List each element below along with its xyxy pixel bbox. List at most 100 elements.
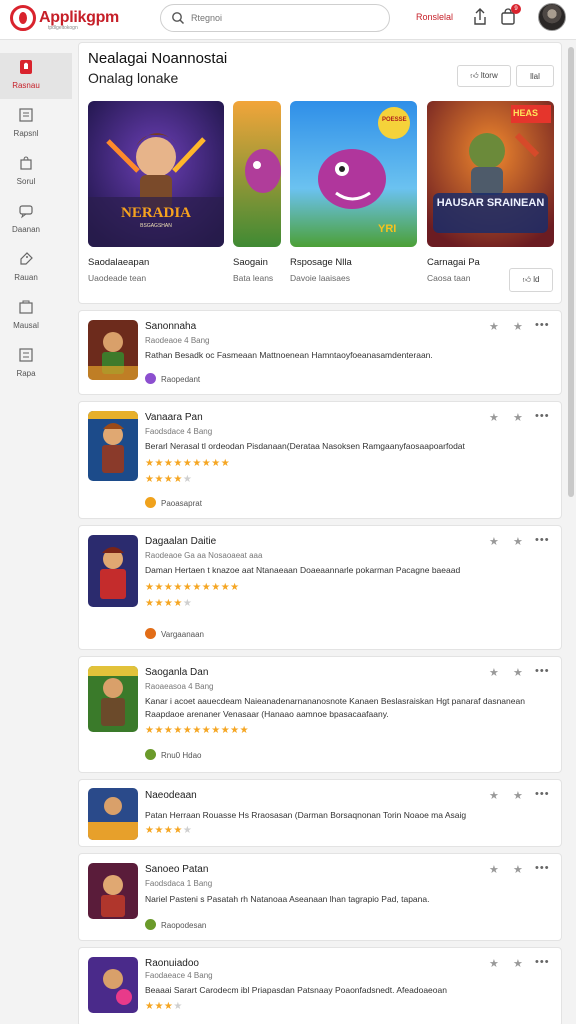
game-artwork: NERADIA BSGAGSHAN bbox=[88, 101, 224, 247]
like-button[interactable]: 👍︎ ltorw bbox=[457, 65, 511, 87]
list-item-title: Sanoeo Patan bbox=[145, 864, 209, 875]
game-art-image bbox=[233, 101, 281, 247]
list-item[interactable]: Dagaalan Daitie Raodeaoe Ga aa Nosaoaeat… bbox=[78, 525, 562, 650]
list-item-meta: Faodsdaca 1 Bang bbox=[145, 879, 213, 888]
notification-badge: 9 bbox=[511, 4, 521, 14]
list-item[interactable]: Sanoeo Patan Faodsdaca 1 Bang Nariel Pas… bbox=[78, 853, 562, 941]
more-menu-icon[interactable]: ••• bbox=[535, 319, 550, 331]
list-item-description: Berarl Nerasal tl ordeodan Pisdanaan(Der… bbox=[145, 441, 465, 451]
pin-icon[interactable]: ★ bbox=[489, 666, 499, 679]
sidebar-item-tags[interactable]: Rauan bbox=[0, 245, 72, 291]
source-icon bbox=[145, 919, 156, 930]
game-name: Carnagai Pa bbox=[427, 257, 480, 268]
list-item-title: Naeodeaan bbox=[145, 790, 197, 801]
more-menu-icon[interactable]: ••• bbox=[535, 956, 550, 968]
star-icon[interactable]: ★ bbox=[513, 320, 523, 333]
list-item[interactable]: Saoganla Dan Raoaeasoa 4 Bang Kanar i ac… bbox=[78, 656, 562, 773]
list-item-description: Patan Herraan Rouasse Hs Rraosasan (Darm… bbox=[145, 810, 467, 820]
art-subtitle: HEAS bbox=[513, 108, 539, 118]
list-item-meta: Faodaeace 4 Bang bbox=[145, 971, 213, 980]
game-thumbnail bbox=[88, 957, 138, 1013]
sidebar-item-chat[interactable]: Daanan bbox=[0, 197, 72, 243]
box-icon bbox=[19, 300, 33, 314]
art-title: HAUSAR SRAINEAN bbox=[436, 197, 545, 209]
list-item-meta: Faodsdace 4 Bang bbox=[145, 427, 213, 436]
star-icon[interactable]: ★ bbox=[513, 789, 523, 802]
sidebar-item-grid[interactable]: Rapa bbox=[0, 341, 72, 387]
section-title: Nealagai Noannostai bbox=[88, 50, 228, 67]
more-menu-icon[interactable]: ••• bbox=[535, 862, 550, 874]
scrollbar[interactable] bbox=[566, 41, 576, 1024]
source-icon bbox=[145, 749, 156, 760]
game-developer: Bata leans bbox=[233, 273, 274, 283]
game-art-image bbox=[427, 101, 554, 247]
more-menu-icon[interactable]: ••• bbox=[535, 534, 550, 546]
avatar[interactable] bbox=[538, 3, 566, 31]
star-icon[interactable]: ★ bbox=[513, 863, 523, 876]
star-icon[interactable]: ★ bbox=[513, 957, 523, 970]
search-input[interactable] bbox=[191, 10, 371, 26]
scrollbar-thumb[interactable] bbox=[568, 47, 574, 497]
bag-icon bbox=[20, 156, 32, 170]
art-title: NERADIA bbox=[120, 205, 191, 221]
pin-icon[interactable]: ★ bbox=[489, 320, 499, 333]
game-name: Rsposage Nlla bbox=[290, 257, 352, 268]
source-label: Raopedant bbox=[161, 375, 201, 384]
pin-icon[interactable]: ★ bbox=[489, 411, 499, 424]
sidebar-item-home[interactable]: Rasnau bbox=[0, 53, 72, 99]
star-icon[interactable]: ★ bbox=[513, 411, 523, 424]
share-icon bbox=[474, 8, 486, 25]
list-item[interactable]: Raonuiadoo Faodaeace 4 Bang Beaaai Sarar… bbox=[78, 947, 562, 1024]
featured-section: Nealagai Noannostai Onalag lonake 👍︎ lto… bbox=[78, 42, 562, 304]
pin-icon[interactable]: ★ bbox=[489, 863, 499, 876]
like-button[interactable]: 👍︎ ld bbox=[509, 268, 553, 292]
list-item-meta: Raoaeasoa 4 Bang bbox=[145, 682, 214, 691]
pin-icon[interactable]: ★ bbox=[489, 957, 499, 970]
art-title: YRI bbox=[378, 223, 397, 235]
game-name: Saogain bbox=[233, 257, 268, 268]
rating-stars: ★★★★ bbox=[145, 1001, 183, 1012]
sidebar-item-label: Rapa bbox=[16, 369, 36, 378]
game-developer: Davoie laaisaes bbox=[290, 273, 351, 283]
game-thumbnail bbox=[88, 863, 138, 919]
list-item[interactable]: Naeodeaan Patan Herraan Rouasse Hs Rraos… bbox=[78, 779, 562, 847]
source-icon bbox=[145, 373, 156, 384]
sidebar-item-store[interactable]: Sorul bbox=[0, 149, 72, 195]
pin-icon[interactable]: ★ bbox=[489, 535, 499, 548]
list-item-description: Beaaai Sarart Carodecm ibl Priapasdan Pa… bbox=[145, 985, 447, 995]
cart-button[interactable]: 9 bbox=[498, 4, 521, 28]
list-item-title: Sanonnaha bbox=[145, 321, 197, 332]
rating-stars: ★★★★★ bbox=[145, 825, 193, 836]
list-item-title: Vanaara Pan bbox=[145, 412, 203, 423]
list-item-description: Rathan Besadk oc Fasmeaan Mattnoenean Ha… bbox=[145, 350, 433, 360]
share-button[interactable] bbox=[470, 6, 490, 28]
more-menu-icon[interactable]: ••• bbox=[535, 410, 550, 422]
art-subtitle: POESSE bbox=[382, 117, 407, 123]
thumbs-up-icon: 👍︎ bbox=[522, 275, 531, 284]
more-menu-icon[interactable]: ••• bbox=[535, 665, 550, 677]
more-menu-icon[interactable]: ••• bbox=[535, 788, 550, 800]
source-label: Raopodesan bbox=[161, 921, 207, 930]
sidebar: Rasnau Rapsnl Sorul Daanan Rauan Mausal … bbox=[0, 41, 72, 1024]
list-item[interactable]: Vanaara Pan Faodsdace 4 Bang Berarl Nera… bbox=[78, 401, 562, 519]
sidebar-item-list[interactable]: Rapsnl bbox=[0, 101, 72, 147]
sidebar-item-box[interactable]: Mausal bbox=[0, 293, 72, 339]
star-icon[interactable]: ★ bbox=[513, 535, 523, 548]
list-item[interactable]: Sanonnaha Raodeaoe 4 Bang Rathan Besadk … bbox=[78, 310, 562, 395]
top-link[interactable]: Ronslelal bbox=[416, 12, 453, 22]
grid-icon bbox=[19, 348, 33, 362]
top-bar: Applikgpm tpdlgeltokogn Ronslelal 9 bbox=[0, 0, 576, 40]
star-icon[interactable]: ★ bbox=[513, 666, 523, 679]
game-thumbnail bbox=[88, 788, 138, 840]
list-item-title: Raonuiadoo bbox=[145, 958, 199, 969]
more-button[interactable]: llal bbox=[516, 65, 554, 87]
list-item-source: Paoasaprat bbox=[145, 497, 202, 508]
game-developer: Uaodeade tean bbox=[88, 273, 147, 283]
pin-icon[interactable]: ★ bbox=[489, 789, 499, 802]
game-name: Saodalaeapan bbox=[88, 257, 150, 268]
list-item-source: Vargaanaan bbox=[145, 628, 204, 639]
sidebar-item-label: Rasnau bbox=[12, 81, 40, 90]
rating-stars-extended: ★★★★★★★★★★ bbox=[145, 582, 240, 593]
game-thumbnail bbox=[88, 320, 138, 380]
search-bar[interactable] bbox=[160, 4, 390, 32]
